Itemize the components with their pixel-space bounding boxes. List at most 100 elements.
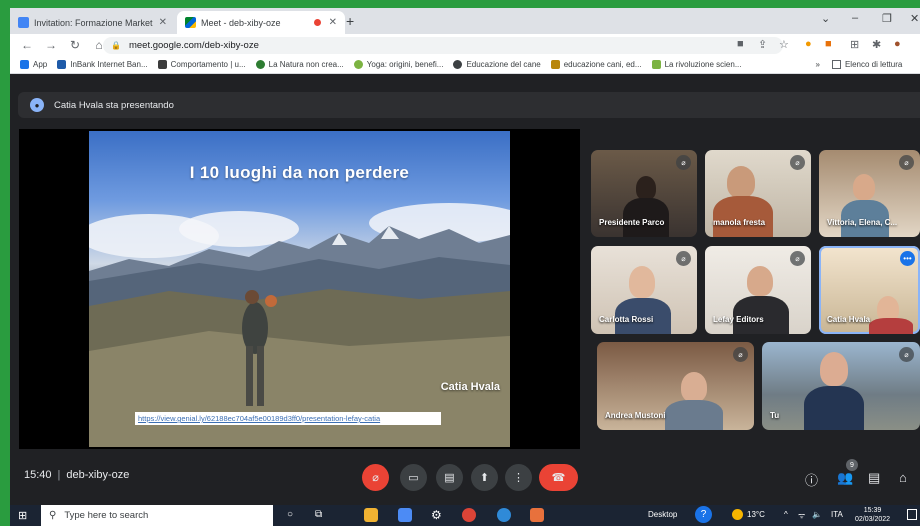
windows-start-icon[interactable]: ⊞ [18,509,27,522]
close-icon[interactable]: ✕ [159,17,167,28]
desktop-toolbar[interactable]: Desktop [648,510,677,519]
reload-icon[interactable]: ↻ [68,38,82,52]
mic-off-icon: ⌀ [790,251,805,266]
participant-tile[interactable]: ⌀ Vittoria, Elena, C... [819,150,920,237]
participant-tile[interactable]: ⌀ Andrea Mustoni [597,342,754,430]
participant-video [820,352,848,386]
page-icon [157,60,167,69]
end-call-button[interactable]: ☎ [539,464,578,491]
captions-button[interactable]: ▤ [436,464,463,491]
bookmark-item[interactable]: InBank Internet Ban... [57,60,148,69]
participant-tile[interactable]: ⌀ manola fresta [705,150,811,237]
extension-icon[interactable]: ■ [825,38,832,50]
tab-title: Invitation: Formazione Marketing [34,17,153,28]
help-icon[interactable]: ? [695,506,712,523]
store-icon[interactable] [398,508,412,522]
tab-invitation[interactable]: Invitation: Formazione Marketing ✕ [10,11,175,34]
cortana-icon[interactable]: ○ [287,509,293,520]
back-icon[interactable]: ← [20,38,34,52]
bookmark-label: Yoga: origini, benefi... [366,60,444,69]
extension-icon[interactable]: ● [805,38,812,50]
activities-icon[interactable]: ⌂ [899,470,907,485]
task-view-icon[interactable]: ⧉ [315,509,322,520]
bookmark-item[interactable]: Comportamento | u... [157,60,246,69]
presenting-label: Catia Hvala sta presentando [54,99,174,111]
new-tab-icon[interactable]: + [346,13,354,29]
weather-sun-icon [732,509,743,520]
chat-icon[interactable]: ▤ [868,470,880,486]
slide-author: Catia Hvala [440,381,500,393]
bookmark-label: La Natura non crea... [268,60,344,69]
bookmarks-more[interactable]: » [816,60,820,69]
mic-toggle-button[interactable]: ⌀ [362,464,389,491]
url-text: meet.google.com/deb-xiby-oze [128,40,259,51]
leaf-icon [255,60,265,69]
participant-tile[interactable]: ⌀ Carlotta Rossi [591,246,697,334]
info-icon[interactable]: ⓘ [805,470,818,489]
browser-window: Invitation: Formazione Marketing ✕ Meet … [10,8,920,526]
close-icon[interactable]: ✕ [329,17,337,28]
file-explorer-icon[interactable] [364,508,378,522]
participant-video [629,266,655,298]
address-bar[interactable]: 🔒 meet.google.com/deb-xiby-oze [103,37,783,54]
participant-video [869,318,913,334]
extension-icon[interactable]: ⊞ [850,38,859,51]
bookmark-star-icon[interactable]: ☆ [779,38,789,51]
hang-up-icon: ☎ [551,472,566,484]
more-options-icon[interactable]: ••• [900,251,915,266]
tray-chevron-icon[interactable]: ^ [784,510,788,519]
camera-toggle-button[interactable]: ▭ [400,464,427,491]
edge-icon[interactable] [497,508,511,522]
forward-icon[interactable]: → [44,38,58,52]
tab-meet[interactable]: Meet - deb-xiby-oze ✕ [177,11,345,34]
mic-off-icon: ⌀ [676,155,691,170]
tab-strip: Invitation: Formazione Marketing ✕ Meet … [10,8,920,34]
meet-icon [185,17,196,28]
people-icon[interactable]: 👥 [837,470,853,486]
profile-avatar[interactable]: ● [894,38,901,50]
bookmark-label: Comportamento | u... [170,60,246,69]
app-icon[interactable] [530,508,544,522]
participant-name: Presidente Parco [599,218,665,227]
taskbar-search[interactable]: ⚲ Type here to search [41,505,273,526]
participant-name: Lefay Editors [713,315,764,324]
present-button[interactable]: ⬆ [471,464,498,491]
network-icon[interactable]: ᯤ [798,510,805,521]
reading-list[interactable]: Elenco di lettura [831,60,902,69]
participant-tile[interactable]: ⌀ Lefay Editors [705,246,811,334]
chrome-icon[interactable] [462,508,476,522]
calendar-icon [18,17,29,28]
bookmark-item[interactable]: educazione cani, ed... [550,60,642,69]
lock-icon: 🔒 [111,41,121,50]
share-icon[interactable]: ⇪ [758,38,767,51]
extensions-puzzle-icon[interactable]: ✱ [872,38,881,51]
volume-icon[interactable]: 🔈 [812,510,822,519]
close-window-icon[interactable]: ✕ [910,12,919,25]
camera-icon: ▭ [408,472,419,484]
bookmark-item[interactable]: La Natura non crea... [255,60,344,69]
bookmark-item[interactable]: Educazione del cane [453,60,541,69]
more-options-button[interactable]: ⋮ [505,464,532,491]
input-language[interactable]: ITA [831,510,843,519]
slide-link[interactable]: https://view.genial.ly/62188ec704af5e001… [135,412,441,425]
bookmark-item[interactable]: Yoga: origini, benefi... [353,60,444,69]
participant-tile[interactable]: ⌀ Presidente Parco [591,150,697,237]
restore-icon[interactable]: ❐ [882,12,892,25]
bookmark-item[interactable]: App [20,60,47,69]
participant-name: manola fresta [713,218,766,227]
participant-tile-presenter[interactable]: ••• Catia Hvala [819,246,920,334]
mic-off-icon: ⌀ [676,251,691,266]
presentation-stage[interactable]: I 10 luoghi da non perdere Catia Hvala h… [19,129,580,449]
bookmark-item[interactable]: La rivoluzione scien... [651,60,742,69]
weather-temp[interactable]: 13°C [747,510,765,519]
bookmarks-bar: App InBank Internet Ban... Comportamento… [10,56,920,74]
settings-gear-icon[interactable]: ⚙ [431,508,442,522]
minimize-icon[interactable]: – [852,12,858,24]
tab-search-icon[interactable]: ⌄ [821,12,830,25]
participant-tile[interactable]: ⌀ Tu [762,342,920,430]
camera-indicator-icon[interactable]: ■ [737,38,744,50]
clock-time: 15:39 [863,507,882,514]
taskbar-clock[interactable]: 15:39 02/03/2022 [855,506,890,524]
notification-icon[interactable] [907,509,917,520]
slide-title: I 10 luoghi da non perdere [189,163,410,182]
